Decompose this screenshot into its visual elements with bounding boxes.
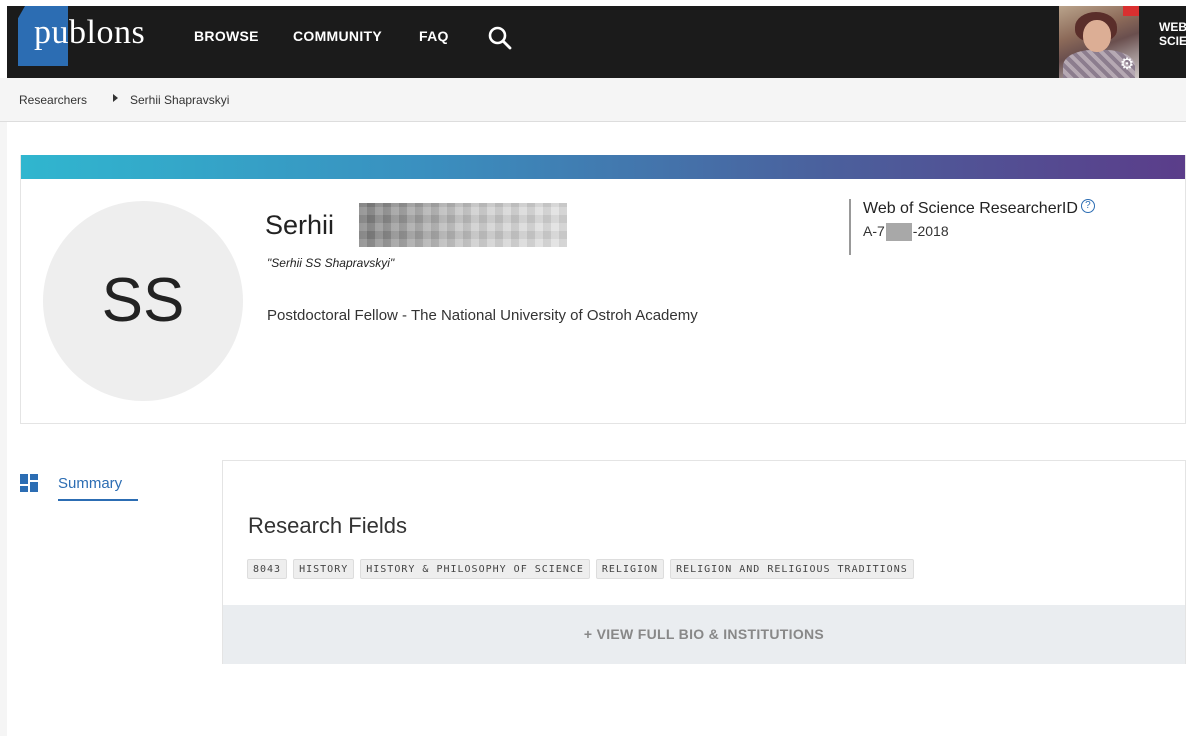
nav-browse[interactable]: BROWSE: [194, 28, 259, 44]
search-icon[interactable]: [487, 25, 513, 51]
web-of-science-link[interactable]: WEB SCIE: [1159, 20, 1186, 48]
dashboard-icon: [20, 474, 38, 492]
profile-initials-avatar: SS: [43, 201, 243, 401]
redacted-surname: [359, 203, 567, 247]
gear-icon[interactable]: ⚙: [1118, 56, 1136, 74]
header-nav: publons BROWSE COMMUNITY FAQ ⚙ WEB SCIE: [7, 6, 1186, 78]
wos-line-2: SCIE: [1159, 34, 1186, 48]
field-tag[interactable]: RELIGION AND RELIGIOUS TRADITIONS: [670, 559, 914, 579]
field-tag[interactable]: RELIGION: [595, 559, 665, 579]
profile-alias: "Serhii SS Shapravskyi": [267, 256, 395, 270]
researcher-id-label-text: Web of Science ResearcherID: [863, 200, 1078, 217]
nav-faq[interactable]: FAQ: [419, 28, 449, 44]
nav-community[interactable]: COMMUNITY: [293, 28, 382, 44]
help-icon[interactable]: ?: [1080, 199, 1095, 213]
chevron-right-icon: [113, 94, 118, 102]
profile-card: SS Serhii "Serhii SS Shapravskyi" Postdo…: [20, 155, 1186, 424]
researcher-id-label: Web of Science ResearcherID?: [863, 199, 1169, 219]
field-tag[interactable]: 8043: [247, 559, 288, 579]
profile-gradient-bar: [21, 155, 1185, 179]
profile-name: Serhii: [265, 210, 335, 240]
notification-flag-icon: [1123, 6, 1139, 16]
wos-line-1: WEB: [1159, 20, 1186, 34]
view-full-bio-button[interactable]: + VIEW FULL BIO & INSTITUTIONS: [223, 605, 1185, 664]
breadcrumb: Researchers Serhii Shapravskyi: [0, 78, 1186, 122]
research-fields-card: Research Fields 8043 HISTORY HISTORY & P…: [222, 460, 1186, 664]
active-tab-underline: [58, 499, 138, 501]
breadcrumb-current: Serhii Shapravskyi: [130, 93, 230, 107]
research-field-tags: 8043 HISTORY HISTORY & PHILOSOPHY OF SCI…: [247, 559, 914, 579]
researcher-id-block: Web of Science ResearcherID? A-7 -2018: [849, 199, 1169, 255]
top-bar: publons BROWSE COMMUNITY FAQ ⚙ WEB SCIE: [0, 0, 1186, 78]
logo-text: publons: [34, 14, 146, 51]
publons-logo[interactable]: publons: [17, 6, 168, 68]
researcher-id-prefix: A-7: [863, 223, 885, 239]
researcher-id-value: A-7 -2018: [863, 221, 1169, 242]
field-tag[interactable]: HISTORY & PHILOSOPHY OF SCIENCE: [360, 559, 590, 579]
research-fields-title: Research Fields: [248, 513, 407, 538]
redacted-id-digits: [885, 223, 912, 242]
field-tag[interactable]: HISTORY: [293, 559, 355, 579]
researcher-id-suffix: -2018: [912, 223, 949, 239]
profile-position: Postdoctoral Fellow - The National Unive…: [267, 307, 698, 324]
tab-summary[interactable]: Summary: [58, 474, 122, 494]
breadcrumb-researchers[interactable]: Researchers: [19, 93, 87, 107]
